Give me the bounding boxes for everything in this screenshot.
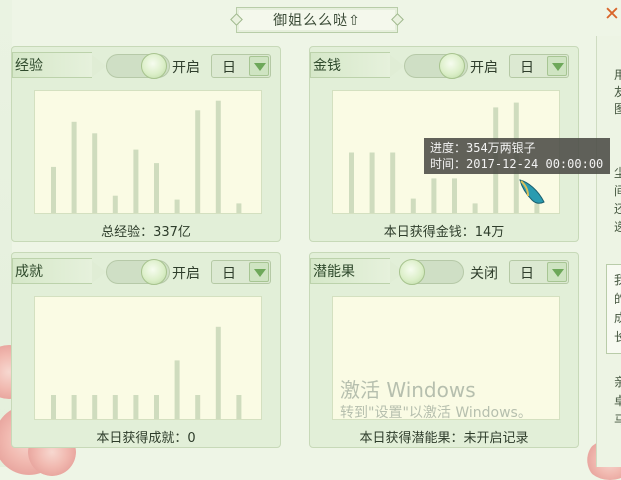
side-text: 用 [614, 68, 621, 82]
period-value: 日 [520, 60, 534, 76]
chart-plot [51, 100, 242, 213]
tooltip-progress: 进度：354万两银子 [430, 141, 536, 155]
chevron-down-icon[interactable] [249, 262, 269, 282]
chart-bar[interactable] [236, 203, 242, 213]
side-text: 图 [614, 102, 621, 116]
chart-bar[interactable] [369, 152, 375, 214]
bar-tooltip: 进度：354万两银子 时间：2017-12-24 00:00:00 [424, 138, 610, 174]
panel-label-text: 潜能果 [313, 264, 355, 280]
panel-caption: 本日获得潜能果：未开启记录 [359, 431, 529, 446]
chart-bar[interactable] [452, 178, 457, 213]
chart-bar[interactable] [215, 326, 221, 419]
side-text: 的 [614, 292, 621, 306]
bar-chart [34, 296, 262, 420]
record-toggle[interactable] [404, 53, 468, 79]
chart-bar[interactable] [195, 110, 201, 213]
chart-bar[interactable] [71, 395, 77, 419]
period-dropdown[interactable]: 日 [211, 54, 271, 78]
chart-bar[interactable] [154, 395, 159, 419]
windows-activation-hint: 转到"设置"以激活 Windows。 [340, 405, 532, 421]
toggle-knob [399, 259, 425, 285]
chart-bar[interactable] [92, 133, 98, 213]
chart-bar[interactable] [51, 395, 56, 419]
window-title-text: 御姐么么哒⇧ [273, 13, 361, 29]
side-text: 还 [614, 202, 621, 216]
side-text: 间 [614, 184, 621, 198]
panel-label: 成就 [12, 258, 106, 284]
chart-bar[interactable] [215, 100, 221, 213]
chart-bar[interactable] [236, 395, 242, 419]
side-text: 长 [614, 330, 621, 344]
period-dropdown[interactable]: 日 [211, 260, 271, 284]
chart-bar[interactable] [112, 195, 118, 213]
panel-caption: 本日获得金钱：14万 [383, 225, 505, 240]
side-text: 尘 [614, 166, 621, 180]
chart-plot [51, 326, 242, 419]
chart-bar[interactable] [92, 395, 98, 419]
panel-achievement: 成就 开启 日 本日获得成就：0 [11, 252, 281, 448]
panel-caption: 本日获得成就：0 [96, 431, 196, 446]
chevron-down-icon[interactable] [547, 262, 567, 282]
chart-bar[interactable] [410, 198, 416, 213]
chart-bar[interactable] [195, 395, 201, 419]
panel-label-text: 经验 [15, 58, 43, 74]
period-value: 日 [222, 266, 236, 282]
side-text: 我 [614, 273, 621, 287]
panel-label: 经验 [12, 52, 106, 78]
panel-label-text: 成就 [15, 264, 43, 280]
chart-bar[interactable] [174, 360, 180, 419]
close-icon: ✕ [604, 3, 620, 25]
chevron-down-icon[interactable] [547, 56, 567, 76]
side-text: 亲 [614, 375, 621, 389]
chart-bar[interactable] [390, 152, 396, 214]
panel-label: 潜能果 [310, 258, 404, 284]
side-text: 递 [614, 220, 621, 234]
bar-chart [34, 90, 262, 214]
close-button[interactable]: ✕ [604, 4, 621, 24]
toggle-knob [141, 259, 167, 285]
toggle-knob [439, 53, 465, 79]
side-text: 马 [614, 413, 621, 427]
windows-activation-watermark: 激活 Windows [340, 378, 476, 402]
toggle-state-label: 开启 [470, 60, 498, 76]
chart-bar[interactable] [71, 121, 77, 213]
period-value: 日 [222, 60, 236, 76]
chart-bar[interactable] [349, 152, 354, 214]
chart-bar[interactable] [133, 149, 139, 213]
period-value: 日 [520, 266, 534, 282]
chart-bar[interactable] [51, 166, 56, 213]
period-dropdown[interactable]: 日 [509, 54, 569, 78]
side-text: 成 [614, 311, 621, 325]
side-text: 卓 [614, 394, 621, 408]
chart-bar[interactable] [431, 178, 437, 213]
record-toggle[interactable] [106, 259, 170, 285]
chart-bar[interactable] [154, 163, 159, 213]
panel-caption: 总经验：337亿 [101, 225, 191, 240]
panel-label-text: 金钱 [313, 58, 341, 74]
side-text: 友 [614, 85, 621, 99]
chart-bar[interactable] [133, 395, 139, 419]
chart-bar[interactable] [112, 395, 118, 419]
chevron-down-icon[interactable] [249, 56, 269, 76]
window-title: 御姐么么哒⇧ [236, 7, 398, 33]
chart-bar[interactable] [472, 203, 478, 213]
toggle-state-label: 关闭 [470, 266, 498, 282]
toggle-state-label: 开启 [172, 266, 200, 282]
tooltip-time: 时间：2017-12-24 00:00:00 [430, 157, 604, 171]
panel-label: 金钱 [310, 52, 404, 78]
toggle-knob [141, 53, 167, 79]
period-dropdown[interactable]: 日 [509, 260, 569, 284]
pointer-cursor-icon [519, 179, 545, 204]
record-toggle[interactable] [106, 53, 170, 79]
record-toggle[interactable] [399, 259, 464, 285]
toggle-state-label: 开启 [172, 60, 200, 76]
panel-experience: 经验 开启 日 总经验：337亿 [11, 46, 281, 242]
chart-bar[interactable] [174, 199, 180, 213]
